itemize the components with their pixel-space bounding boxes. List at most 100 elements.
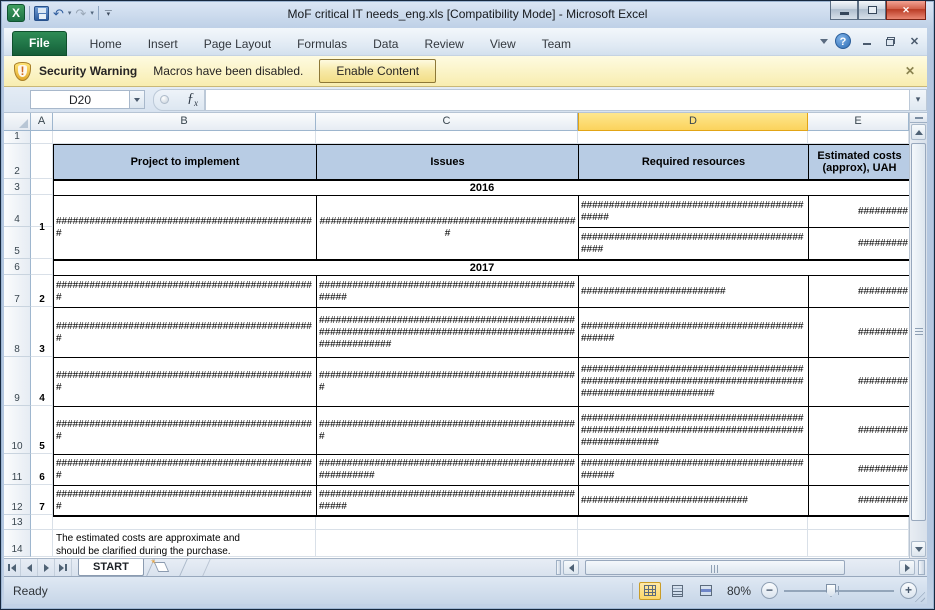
column-header-a[interactable]: A (31, 113, 53, 131)
zoom-in-button[interactable]: + (900, 582, 917, 599)
insert-function-icon[interactable]: ƒx (187, 91, 198, 108)
cell-b10-item5-project[interactable]: ########################################… (54, 407, 317, 455)
row-header-5[interactable]: 5 (4, 227, 31, 259)
grid-cell[interactable] (808, 515, 909, 529)
scroll-left-icon[interactable] (563, 560, 579, 575)
restore-button[interactable] (858, 1, 886, 20)
grid-cell[interactable] (53, 131, 316, 143)
tab-view[interactable]: View (477, 33, 529, 56)
cell-d8-item3-resources[interactable]: ########################################… (579, 308, 809, 358)
row-header-8[interactable]: 8 (4, 307, 31, 357)
item-number[interactable]: 1 (31, 195, 53, 259)
name-box[interactable]: D20 (30, 90, 130, 109)
zoom-out-button[interactable]: − (761, 582, 778, 599)
normal-view-button[interactable] (639, 582, 661, 600)
minimize-button[interactable] (830, 1, 858, 20)
grid-cell[interactable] (578, 515, 808, 529)
cell-c11-item6-issues[interactable]: ########################################… (317, 455, 579, 486)
column-header-c[interactable]: C (316, 113, 578, 131)
vertical-split-handle[interactable] (910, 113, 927, 123)
enable-content-button[interactable]: Enable Content (319, 59, 436, 83)
name-box-dropdown-icon[interactable] (130, 90, 145, 109)
workbook-minimize-button[interactable] (858, 34, 875, 48)
item-number[interactable]: 6 (31, 454, 53, 485)
row-header-14[interactable]: 14 (4, 530, 31, 557)
cell-d12-item7-resources[interactable]: ############################## (579, 486, 809, 516)
cell-e10-item5-cost[interactable]: ######### (809, 407, 911, 455)
previous-sheet-button[interactable] (21, 559, 38, 576)
column-header-b[interactable]: B (53, 113, 316, 131)
horizontal-split-handle[interactable] (918, 560, 925, 575)
cell-e12-item7-cost[interactable]: ######### (809, 486, 911, 516)
cell-d11-item6-resources[interactable]: ########################################… (579, 455, 809, 486)
cell-e4-item1-cost[interactable]: ######### (809, 196, 911, 228)
cell-c9-item4-issues[interactable]: ########################################… (317, 358, 579, 407)
cell-e7-item2-cost[interactable]: ######### (809, 276, 911, 308)
cell-b11-item6-project[interactable]: ########################################… (54, 455, 317, 486)
cell-c12-item7-issues[interactable]: ########################################… (317, 486, 579, 516)
grid-cell[interactable] (31, 515, 53, 529)
last-sheet-button[interactable] (55, 559, 72, 576)
cell-d5-item1-resources[interactable]: ########################################… (579, 228, 809, 260)
cell-c7-item2-issues[interactable]: ########################################… (317, 276, 579, 308)
vertical-scroll-thumb[interactable] (911, 143, 926, 521)
vertical-scrollbar[interactable] (909, 113, 927, 558)
table-header-issues[interactable]: Issues (317, 145, 579, 180)
scroll-right-icon[interactable] (899, 560, 915, 575)
cell-d4-item1-resources[interactable]: ########################################… (579, 196, 809, 228)
item-number[interactable]: 5 (31, 406, 53, 454)
tab-formulas[interactable]: Formulas (284, 33, 360, 56)
zoom-level-label[interactable]: 80% (727, 584, 751, 598)
column-header-d-selected[interactable]: D (578, 113, 808, 131)
row-header-1[interactable]: 1 (4, 131, 31, 144)
cell-b12-item7-project[interactable]: ########################################… (54, 486, 317, 516)
horizontal-scroll-thumb[interactable] (585, 560, 845, 575)
row-header-6[interactable]: 6 (4, 259, 31, 275)
zoom-slider[interactable] (784, 582, 894, 599)
cell-b8-item3-project[interactable]: ########################################… (54, 308, 317, 358)
cell-c8-item3-issues[interactable]: ########################################… (317, 308, 579, 358)
row-header-11[interactable]: 11 (4, 454, 31, 485)
grid-cell[interactable] (53, 515, 316, 529)
tab-page-layout[interactable]: Page Layout (191, 33, 284, 56)
expand-formula-bar-icon[interactable]: ▾ (909, 89, 927, 111)
item-number[interactable]: 3 (31, 307, 53, 357)
cell-d9-item4-resources[interactable]: ########################################… (579, 358, 809, 407)
row-header-12[interactable]: 12 (4, 485, 31, 515)
cell-b4-item1-project[interactable]: ########################################… (54, 196, 317, 260)
tab-split-handle[interactable] (556, 560, 561, 575)
item-number[interactable]: 4 (31, 357, 53, 406)
sheet-tab-start[interactable]: START (78, 559, 144, 576)
close-button[interactable]: ✕ (886, 1, 926, 20)
cell-c4-item1-issues[interactable]: ########################################… (317, 196, 579, 260)
tab-team[interactable]: Team (529, 33, 584, 56)
table-header-costs[interactable]: Estimated costs (approx), UAH (809, 145, 911, 180)
expand-ribbon-icon[interactable] (820, 39, 828, 44)
cell-d10-item5-resources[interactable]: ########################################… (579, 407, 809, 455)
security-bar-close-icon[interactable]: ✕ (905, 64, 915, 78)
cell-b14-note[interactable]: The estimated costs are approximate and … (56, 532, 356, 558)
grid-cell[interactable] (578, 530, 808, 556)
page-break-preview-button[interactable] (695, 582, 717, 600)
item-number[interactable]: 7 (31, 485, 53, 515)
cell-e11-item6-cost[interactable]: ######### (809, 455, 911, 486)
grid-cell[interactable] (31, 530, 53, 556)
column-header-e[interactable]: E (808, 113, 909, 131)
grid-cell[interactable] (31, 131, 53, 143)
cell-e5-item1-cost[interactable]: ######### (809, 228, 911, 260)
row-header-13[interactable]: 13 (4, 515, 31, 530)
cell-d7-item2-resources[interactable]: ########################## (579, 276, 809, 308)
year-2016-row[interactable]: 2016 (54, 180, 911, 196)
row-header-7[interactable]: 7 (4, 275, 31, 307)
first-sheet-button[interactable] (4, 559, 21, 576)
row-header-3[interactable]: 3 (4, 179, 31, 195)
workbook-close-button[interactable]: ✕ (906, 34, 923, 48)
tab-insert[interactable]: Insert (135, 33, 191, 56)
horizontal-scrollbar[interactable] (579, 560, 899, 575)
cell-b7-item2-project[interactable]: ########################################… (54, 276, 317, 308)
row-header-9[interactable]: 9 (4, 357, 31, 406)
next-sheet-button[interactable] (38, 559, 55, 576)
tab-review[interactable]: Review (411, 33, 476, 56)
grid-cell[interactable] (316, 515, 578, 529)
grid-cell[interactable] (808, 131, 909, 143)
